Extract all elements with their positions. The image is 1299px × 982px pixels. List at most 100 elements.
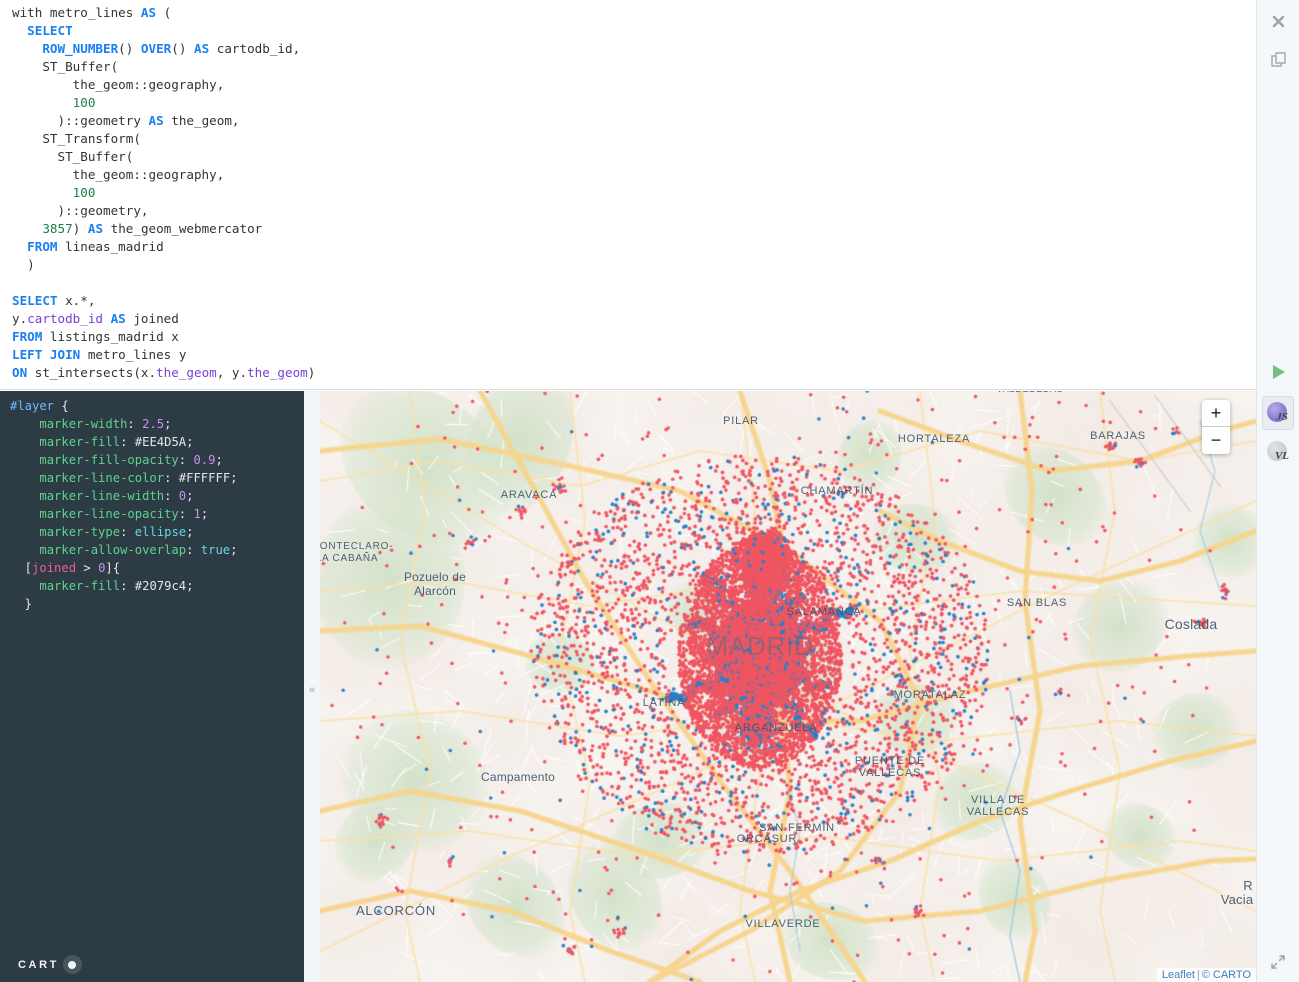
code-token: 2.5 bbox=[142, 417, 165, 431]
code-token: : bbox=[120, 525, 135, 539]
map-basemap-canvas[interactable] bbox=[320, 391, 1256, 982]
code-line: marker-allow-overlap: true; bbox=[10, 541, 304, 559]
code-token: [ bbox=[10, 561, 33, 575]
code-token: marker-line-opacity bbox=[39, 507, 179, 521]
code-token: true bbox=[200, 543, 231, 557]
code-token: joined bbox=[125, 311, 179, 326]
code-token: 0.9 bbox=[193, 453, 216, 467]
code-token: OVER bbox=[140, 41, 172, 56]
copy-icon[interactable] bbox=[1257, 42, 1299, 76]
carto-logo-text: CART bbox=[18, 958, 59, 971]
code-token: 1 bbox=[193, 507, 201, 521]
tab-vl-editor[interactable]: VL bbox=[1262, 436, 1294, 468]
run-query-button[interactable] bbox=[1257, 355, 1299, 389]
code-line: marker-type: ellipse; bbox=[10, 523, 304, 541]
code-token: marker-allow-overlap bbox=[39, 543, 187, 557]
carto-attribution-link[interactable]: © CARTO bbox=[1202, 969, 1251, 981]
carto-logo: CART bbox=[18, 955, 82, 974]
js-badge-label: JS bbox=[1276, 411, 1288, 423]
code-token: , y. bbox=[216, 365, 248, 380]
code-token: marker-line-color bbox=[39, 471, 165, 485]
code-token: 100 bbox=[72, 185, 96, 200]
code-token: AS bbox=[110, 311, 126, 326]
code-line: ST_Buffer( bbox=[12, 148, 1256, 166]
code-token: : bbox=[120, 579, 135, 593]
code-token: } bbox=[10, 597, 33, 611]
code-line: marker-fill: #EE4D5A; bbox=[10, 433, 304, 451]
code-token: ; bbox=[186, 435, 194, 449]
code-token: ST_Buffer( bbox=[12, 59, 119, 74]
leaflet-link[interactable]: Leaflet bbox=[1162, 969, 1195, 981]
code-token: joined bbox=[32, 561, 77, 575]
code-token: ]{ bbox=[105, 561, 121, 575]
code-token: ST_Buffer( bbox=[12, 149, 134, 164]
fullscreen-icon bbox=[1271, 955, 1285, 969]
code-line: [joined > 0]{ bbox=[10, 559, 304, 577]
code-token: () bbox=[118, 41, 141, 56]
code-token: AS bbox=[194, 41, 210, 56]
code-line: marker-line-opacity: 1; bbox=[10, 505, 304, 523]
code-token: the_geom bbox=[247, 365, 308, 380]
code-token: ; bbox=[200, 507, 209, 521]
code-token: x.*, bbox=[57, 293, 96, 308]
sql-query-editor[interactable]: with metro_lines AS ( SELECT ROW_NUMBER(… bbox=[0, 0, 1256, 390]
code-line: with metro_lines AS ( bbox=[12, 4, 1256, 22]
code-token: 3857 bbox=[42, 221, 73, 236]
cartocss-style-editor[interactable]: #layer { marker-width: 2.5; marker-fill:… bbox=[0, 391, 304, 982]
code-token: )::geometry, bbox=[12, 203, 149, 218]
code-token: lineas_madrid bbox=[57, 239, 164, 254]
carto-logo-circle-icon bbox=[62, 955, 82, 974]
code-token: listings_madrid x bbox=[42, 329, 179, 344]
code-token: ROW_NUMBER bbox=[42, 41, 119, 56]
code-token: : bbox=[127, 417, 143, 431]
cartocss-code-content[interactable]: #layer { marker-width: 2.5; marker-fill:… bbox=[0, 391, 304, 613]
code-token: ON bbox=[12, 365, 28, 380]
code-token: SELECT bbox=[12, 293, 58, 308]
fullscreen-button[interactable] bbox=[1257, 948, 1299, 976]
play-icon bbox=[1272, 365, 1285, 379]
vl-badge: VL bbox=[1267, 441, 1289, 463]
code-line: ST_Transform( bbox=[12, 130, 1256, 148]
code-token: marker-line-width bbox=[39, 489, 165, 503]
code-token: the_geom, bbox=[163, 113, 240, 128]
code-line: ) bbox=[12, 256, 1256, 274]
code-line: marker-fill-opacity: 0.9; bbox=[10, 451, 304, 469]
code-token: #layer bbox=[10, 399, 55, 413]
map-zoom-control[interactable]: + − bbox=[1202, 400, 1230, 454]
code-token: marker-width bbox=[39, 417, 128, 431]
tab-js-editor[interactable]: JS bbox=[1262, 396, 1294, 430]
zoom-out-button[interactable]: − bbox=[1202, 427, 1230, 454]
map-viewport[interactable]: VALDEBEBASPILARHORTALEZABARAJASARAVACACH… bbox=[320, 391, 1256, 982]
code-token: marker-type bbox=[39, 525, 121, 539]
collapse-panel-handle[interactable]: « bbox=[304, 672, 320, 708]
close-icon[interactable] bbox=[1257, 4, 1299, 38]
map-attribution[interactable]: Leaflet | © CARTO bbox=[1156, 968, 1256, 982]
code-token: #FFFFFF bbox=[178, 471, 231, 485]
code-token: FROM bbox=[27, 239, 58, 254]
zoom-in-button[interactable]: + bbox=[1202, 400, 1230, 427]
code-line: the_geom::geography, bbox=[12, 76, 1256, 94]
code-line: FROM lineas_madrid bbox=[12, 238, 1256, 256]
code-line: marker-width: 2.5; bbox=[10, 415, 304, 433]
code-token: AS bbox=[140, 5, 157, 20]
code-token: ellipse bbox=[134, 525, 187, 539]
code-token: : bbox=[178, 453, 194, 467]
code-token: LEFT JOIN bbox=[12, 347, 81, 362]
code-token: the_geom_webmercator bbox=[103, 221, 263, 236]
copy-icon-glyph bbox=[1270, 51, 1286, 67]
code-token: { bbox=[54, 399, 69, 413]
code-line: marker-line-color: #FFFFFF; bbox=[10, 469, 304, 487]
code-token: the_geom bbox=[156, 365, 217, 380]
sql-code-content[interactable]: with metro_lines AS ( SELECT ROW_NUMBER(… bbox=[0, 4, 1256, 382]
code-line: FROM listings_madrid x bbox=[12, 328, 1256, 346]
code-token: ) bbox=[12, 257, 35, 272]
code-line: } bbox=[10, 595, 304, 613]
code-token: FROM bbox=[12, 329, 43, 344]
